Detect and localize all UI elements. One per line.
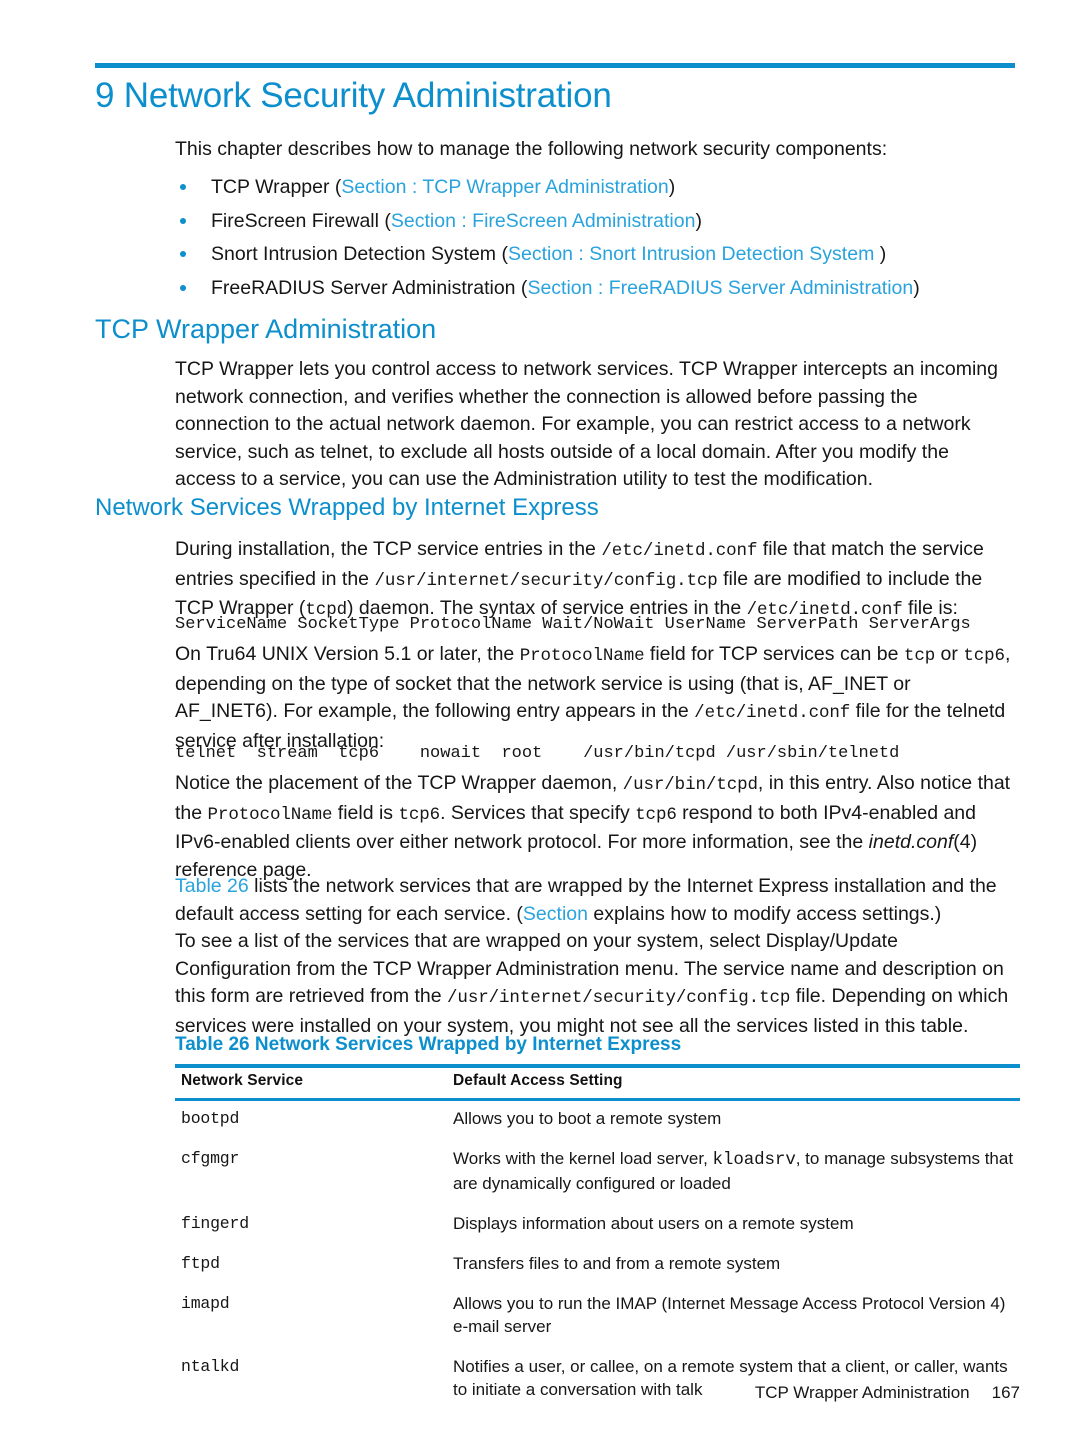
- during-installation-paragraph-container: During installation, the TCP service ent…: [175, 536, 1015, 625]
- table-row: ftpd Transfers files to and from a remot…: [175, 1244, 1020, 1284]
- table-row: imapd Allows you to run the IMAP (Intern…: [175, 1284, 1020, 1347]
- text-run: Allows you to run the IMAP (Internet Mes…: [453, 1294, 1006, 1336]
- list-item: FireScreen Firewall (Section : FireScree…: [175, 205, 1020, 239]
- list-item: TCP Wrapper (Section : TCP Wrapper Admin…: [175, 171, 1020, 205]
- code-run: ProtocolName: [519, 646, 645, 666]
- cell-service: fingerd: [181, 1214, 249, 1233]
- list-item: FreeRADIUS Server Administration (Sectio…: [175, 272, 1020, 306]
- list-item-text: FreeRADIUS Server Administration (: [211, 276, 528, 299]
- intro-paragraph: This chapter describes how to manage the…: [175, 138, 888, 160]
- list-item: Snort Intrusion Detection System (Sectio…: [175, 238, 1020, 272]
- text-run: or: [935, 643, 964, 665]
- list-item-tail: ): [695, 209, 702, 232]
- table-row: bootpd Allows you to boot a remote syste…: [175, 1099, 1020, 1139]
- notice-paragraph: Notice the placement of the TCP Wrapper …: [175, 770, 1015, 884]
- table26-reference-paragraph-container: Table 26 lists the network services that…: [175, 873, 1015, 928]
- table-caption: Table 26 Network Services Wrapped by Int…: [175, 1034, 682, 1055]
- cross-reference-link[interactable]: Section : FreeRADIUS Server Administrati…: [527, 277, 913, 299]
- list-item-text: TCP Wrapper (: [211, 176, 342, 198]
- bullet-icon: [180, 184, 186, 190]
- table26-reference-paragraph: Table 26 lists the network services that…: [175, 873, 1015, 928]
- code-run: tcp6: [398, 804, 441, 825]
- notice-paragraph-container: Notice the placement of the TCP Wrapper …: [175, 770, 1015, 884]
- page-title: 9 Network Security Administration: [95, 76, 612, 115]
- inetd-syntax-code-block: ServiceName SocketType ProtocolName Wait…: [175, 615, 971, 634]
- bullet-icon: [180, 217, 186, 224]
- during-installation-paragraph: During installation, the TCP service ent…: [175, 536, 1015, 625]
- cell-setting: Transfers files to and from a remote sys…: [447, 1244, 1020, 1284]
- code-run: ProtocolName: [207, 804, 333, 825]
- text-run: Transfers files to and from a remote sys…: [453, 1254, 781, 1273]
- section-reference-link[interactable]: Section: [523, 903, 588, 925]
- cell-service: ftpd: [181, 1254, 220, 1273]
- list-item-tail: ): [913, 276, 920, 299]
- cell-setting: Allows you to run the IMAP (Internet Mes…: [447, 1284, 1020, 1347]
- footer-page-number: 167: [991, 1383, 1020, 1402]
- bullet-icon: [180, 251, 186, 257]
- text-run: During installation, the TCP service ent…: [175, 538, 602, 560]
- document-page: 9 Network Security Administration This c…: [0, 0, 1080, 1438]
- text-run: . Services that specify: [440, 801, 636, 824]
- code-run: /usr/internet/security/config.tcp: [447, 988, 791, 1008]
- tcp-wrapper-description: TCP Wrapper lets you control access to n…: [175, 358, 998, 490]
- code-run: tcp6: [635, 804, 677, 825]
- italic-run: inetd.conf: [868, 831, 954, 853]
- list-item-tail: ): [668, 176, 676, 198]
- column-header-default-access-setting: Default Access Setting: [453, 1072, 623, 1089]
- footer-section-label: TCP Wrapper Administration: [754, 1383, 970, 1402]
- telnet-entry-code-block: telnet stream tcp6 nowait root /usr/bin/…: [175, 744, 900, 763]
- cross-reference-link[interactable]: Section : FireScreen Administration: [391, 210, 696, 232]
- code-run: /usr/bin/tcpd: [622, 775, 758, 795]
- section-heading-network-services-wrapped: Network Services Wrapped by Internet Exp…: [95, 494, 599, 521]
- code-run: tcp: [903, 646, 936, 666]
- text-run: Notice the placement of the TCP Wrapper …: [175, 772, 623, 794]
- tru64-paragraph: On Tru64 UNIX Version 5.1 or later, the …: [175, 641, 1015, 755]
- tosee-paragraph: To see a list of the services that are w…: [175, 928, 1015, 1040]
- column-header-network-service: Network Service: [181, 1072, 304, 1089]
- section-heading-tcp-wrapper-administration: TCP Wrapper Administration: [95, 314, 437, 344]
- tcp-wrapper-description-container: TCP Wrapper lets you control access to n…: [175, 356, 1015, 494]
- security-components-list: TCP Wrapper (Section : TCP Wrapper Admin…: [175, 171, 1020, 305]
- text-run: Works with the kernel load server,: [453, 1149, 713, 1168]
- table-reference-link[interactable]: Table 26: [175, 875, 249, 897]
- table-row: fingerd Displays information about users…: [175, 1204, 1020, 1244]
- cross-reference-link[interactable]: Section : TCP Wrapper Administration: [341, 176, 668, 198]
- code-run: kloadsrv: [712, 1150, 796, 1170]
- text-run: field is: [332, 801, 399, 824]
- bullet-icon: [180, 284, 186, 291]
- tosee-paragraph-container: To see a list of the services that are w…: [175, 928, 1015, 1040]
- intro-paragraph-container: This chapter describes how to manage the…: [175, 136, 1015, 164]
- list-item-text: Snort Intrusion Detection System (: [211, 243, 508, 265]
- table-header-row: Network Service Default Access Setting: [175, 1064, 1020, 1099]
- header-rule: [95, 63, 1015, 68]
- list-item-text: FireScreen Firewall (: [211, 209, 391, 232]
- text-run: On Tru64 UNIX Version 5.1 or later, the: [175, 643, 520, 665]
- cell-service: imapd: [181, 1294, 230, 1313]
- code-run: /etc/inetd.conf: [694, 703, 851, 723]
- tru64-paragraph-container: On Tru64 UNIX Version 5.1 or later, the …: [175, 641, 1015, 755]
- table-row: cfgmgr Works with the kernel load server…: [175, 1139, 1020, 1204]
- cross-reference-link[interactable]: Section : Snort Intrusion Detection Syst…: [508, 243, 880, 265]
- cell-service: bootpd: [181, 1109, 240, 1128]
- list-item-tail: ): [879, 243, 887, 265]
- code-run: tcp6: [963, 646, 1005, 666]
- cell-setting: Works with the kernel load server, kload…: [447, 1139, 1020, 1204]
- cell-service: cfgmgr: [181, 1149, 240, 1168]
- text-run: field for TCP services can be: [644, 643, 904, 665]
- text-run: Displays information about users on a re…: [453, 1214, 854, 1233]
- cell-setting: Displays information about users on a re…: [447, 1204, 1020, 1244]
- table-body: bootpd Allows you to boot a remote syste…: [175, 1099, 1020, 1410]
- network-services-table: Network Service Default Access Setting b…: [175, 1064, 1020, 1410]
- code-run: /etc/inetd.conf: [601, 541, 758, 561]
- code-run: /usr/internet/security/config.tcp: [374, 570, 718, 591]
- text-run: explains how to modify access settings.): [587, 902, 942, 925]
- text-run: Allows you to boot a remote system: [453, 1109, 722, 1128]
- cell-setting: Allows you to boot a remote system: [447, 1099, 1020, 1139]
- page-footer: TCP Wrapper Administration 167: [175, 1382, 1020, 1404]
